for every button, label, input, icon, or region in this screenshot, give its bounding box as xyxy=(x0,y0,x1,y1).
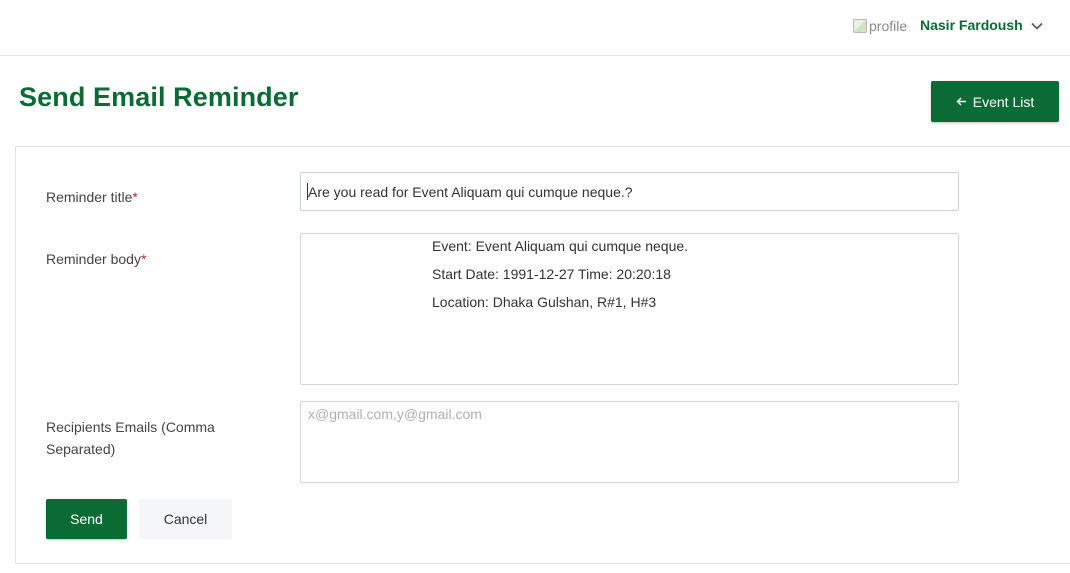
reminder-body-label: Reminder body* xyxy=(46,248,146,270)
recipients-label-line1: Recipients Emails (Comma xyxy=(46,419,215,435)
required-marker: * xyxy=(140,251,147,267)
reminder-body-textarea[interactable]: Event: Event Aliquam qui cumque neque. S… xyxy=(300,233,959,385)
broken-image-icon xyxy=(853,19,867,33)
body-line-location: Location: Dhaka Gulshan, R#1, H#3 xyxy=(432,294,657,310)
top-navbar: profile Nasir Fardoush xyxy=(0,0,1070,56)
reminder-title-input[interactable]: Are you read for Event Aliquam qui cumqu… xyxy=(300,172,959,211)
event-list-button[interactable]: Event List xyxy=(931,81,1059,122)
event-list-label: Event List xyxy=(972,93,1035,110)
profile-alt-text: profile xyxy=(869,18,908,34)
user-name[interactable]: Nasir Fardoush xyxy=(920,17,1023,33)
body-line-start-date: Start Date: 1991-12-27 Time: 20:20:18 xyxy=(432,266,671,282)
body-line-event: Event: Event Aliquam qui cumque neque. xyxy=(432,238,689,254)
page-title: Send Email Reminder xyxy=(19,82,299,112)
reminder-body-label-text: Reminder body xyxy=(46,251,141,267)
reminder-title-label-text: Reminder title xyxy=(46,189,133,205)
arrow-left-icon xyxy=(956,97,966,106)
cancel-button[interactable]: Cancel xyxy=(139,499,232,539)
recipients-emails-textarea[interactable]: x@gmail.com,y@gmail.com xyxy=(300,401,959,483)
reminder-title-label: Reminder title* xyxy=(46,186,138,208)
reminder-title-value: Are you read for Event Aliquam qui cumqu… xyxy=(308,183,633,200)
required-marker: * xyxy=(132,189,138,205)
recipients-placeholder: x@gmail.com,y@gmail.com xyxy=(308,406,482,422)
send-button[interactable]: Send xyxy=(46,499,127,539)
recipients-label: Recipients Emails (Comma Separated) xyxy=(46,416,215,460)
chevron-down-icon[interactable] xyxy=(1030,19,1044,33)
profile-avatar[interactable]: profile xyxy=(853,17,907,35)
recipients-label-line2: Separated) xyxy=(46,441,116,457)
